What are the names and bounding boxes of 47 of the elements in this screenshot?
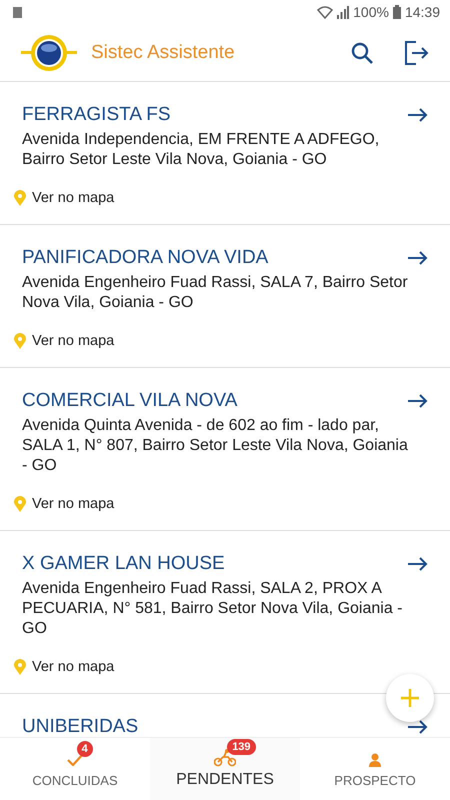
- nav-tab[interactable]: 139 PENDENTES: [150, 738, 300, 800]
- map-link[interactable]: Ver no mapa: [32, 333, 114, 349]
- place-card[interactable]: FERRAGISTA FS Avenida Independencia, EM FRENTE A ADFEGO, Bairro Setor Leste Vila Nova, Goiania - GO Ver no mapa: [0, 82, 450, 225]
- nav-label: PROSPECTO: [334, 772, 416, 788]
- count-badge: 139: [227, 739, 256, 755]
- notification-icon: [13, 6, 22, 18]
- place-address: Avenida Independencia, EM FRENTE A ADFEGO, Bairro Setor Leste Vila Nova, Goiania - GO: [22, 130, 380, 170]
- app-title: Sistec Assistente: [91, 42, 235, 64]
- plus-icon: [401, 689, 419, 707]
- arrow-right-icon[interactable]: [408, 557, 428, 571]
- logout-icon: [404, 40, 430, 66]
- signal-icon: [337, 6, 350, 18]
- logo-icon: [21, 32, 77, 72]
- count-badge: 4: [76, 740, 93, 756]
- nav-label: PENDENTES: [176, 771, 274, 789]
- map-pin-icon: [14, 190, 26, 206]
- battery-icon: [392, 5, 401, 19]
- arrow-right-icon[interactable]: [408, 394, 428, 408]
- place-address: Avenida Engenheiro Fuad Rassi, SALA 2, PROX A PECUARIA, N° 581, Bairro Setor Nova Vila, Goiania - GO: [22, 579, 404, 639]
- map-pin-icon: [14, 333, 26, 349]
- place-address: Avenida Engenheiro Fuad Rassi, SALA 7, Bairro Setor Nova Vila, Goiania - GO: [22, 273, 409, 313]
- place-name: COMERCIAL VILA NOVA: [22, 390, 238, 412]
- place-card[interactable]: COMERCIAL VILA NOVA Avenida Quinta Avenida - de 602 ao fim - lado par, SALA 1, N° 807, Bairro Setor Leste Vila Nova, Goiania - GO Ver no mapa: [0, 368, 450, 531]
- wifi-icon: [317, 6, 334, 18]
- clock: 14:39: [404, 4, 440, 20]
- arrow-right-icon[interactable]: [408, 108, 428, 122]
- battery-percent: 100%: [353, 4, 389, 20]
- place-address: Avenida Quinta Avenida - de 602 ao fim - lado par, SALA 1, N° 807, Bairro Setor Leste Vila Nova, Goiania - GO: [22, 416, 409, 476]
- nav-label: CONCLUIDAS: [32, 772, 118, 788]
- map-pin-icon: [14, 496, 26, 512]
- place-name: X GAMER LAN HOUSE: [22, 553, 225, 575]
- nav-tab[interactable]: PROSPECTO: [300, 738, 450, 800]
- search-icon: [350, 40, 374, 64]
- place-name: PANIFICADORA NOVA VIDA: [22, 247, 268, 269]
- place-card[interactable]: PANIFICADORA NOVA VIDA Avenida Engenheiro Fuad Rassi, SALA 7, Bairro Setor Nova Vila, Goiania - GO Ver no mapa: [0, 225, 450, 368]
- arrow-right-icon[interactable]: [408, 251, 428, 265]
- checkmark-icon: [67, 754, 83, 766]
- motorcycle-icon: [214, 749, 236, 767]
- nav-tab[interactable]: 4 CONCLUIDAS: [0, 738, 150, 800]
- person-icon: [369, 752, 381, 766]
- place-name: FERRAGISTA FS: [22, 104, 171, 126]
- arrow-right-icon[interactable]: [408, 720, 428, 734]
- map-pin-icon: [14, 659, 26, 675]
- place-name: UNIBERIDAS: [22, 716, 138, 737]
- map-link[interactable]: Ver no mapa: [32, 190, 114, 206]
- map-link[interactable]: Ver no mapa: [32, 659, 114, 675]
- map-link[interactable]: Ver no mapa: [32, 496, 114, 512]
